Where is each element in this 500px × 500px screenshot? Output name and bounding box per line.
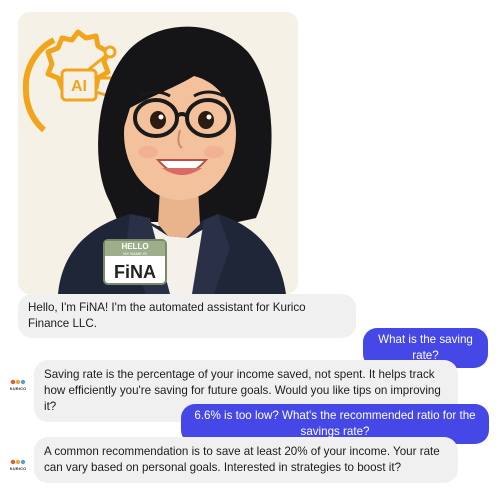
- bot-message-intro: Hello, I'm FiNA! I'm the automated assis…: [18, 294, 356, 338]
- assistant-avatar-card: AI HELLO MY NAME IS FiNA: [18, 12, 298, 294]
- svg-text:MY NAME IS: MY NAME IS: [123, 251, 147, 256]
- kurico-logo: KURICO: [8, 458, 28, 474]
- assistant-avatar: AI HELLO MY NAME IS FiNA: [18, 12, 298, 294]
- svg-text:FiNA: FiNA: [114, 262, 156, 282]
- bot-message-recommendation: A common recommendation is to save at le…: [34, 437, 458, 483]
- svg-text:HELLO: HELLO: [121, 242, 148, 251]
- kurico-logo: KURICO: [8, 378, 28, 394]
- name-badge: HELLO MY NAME IS FiNA: [103, 239, 167, 285]
- svg-text:AI: AI: [71, 78, 87, 95]
